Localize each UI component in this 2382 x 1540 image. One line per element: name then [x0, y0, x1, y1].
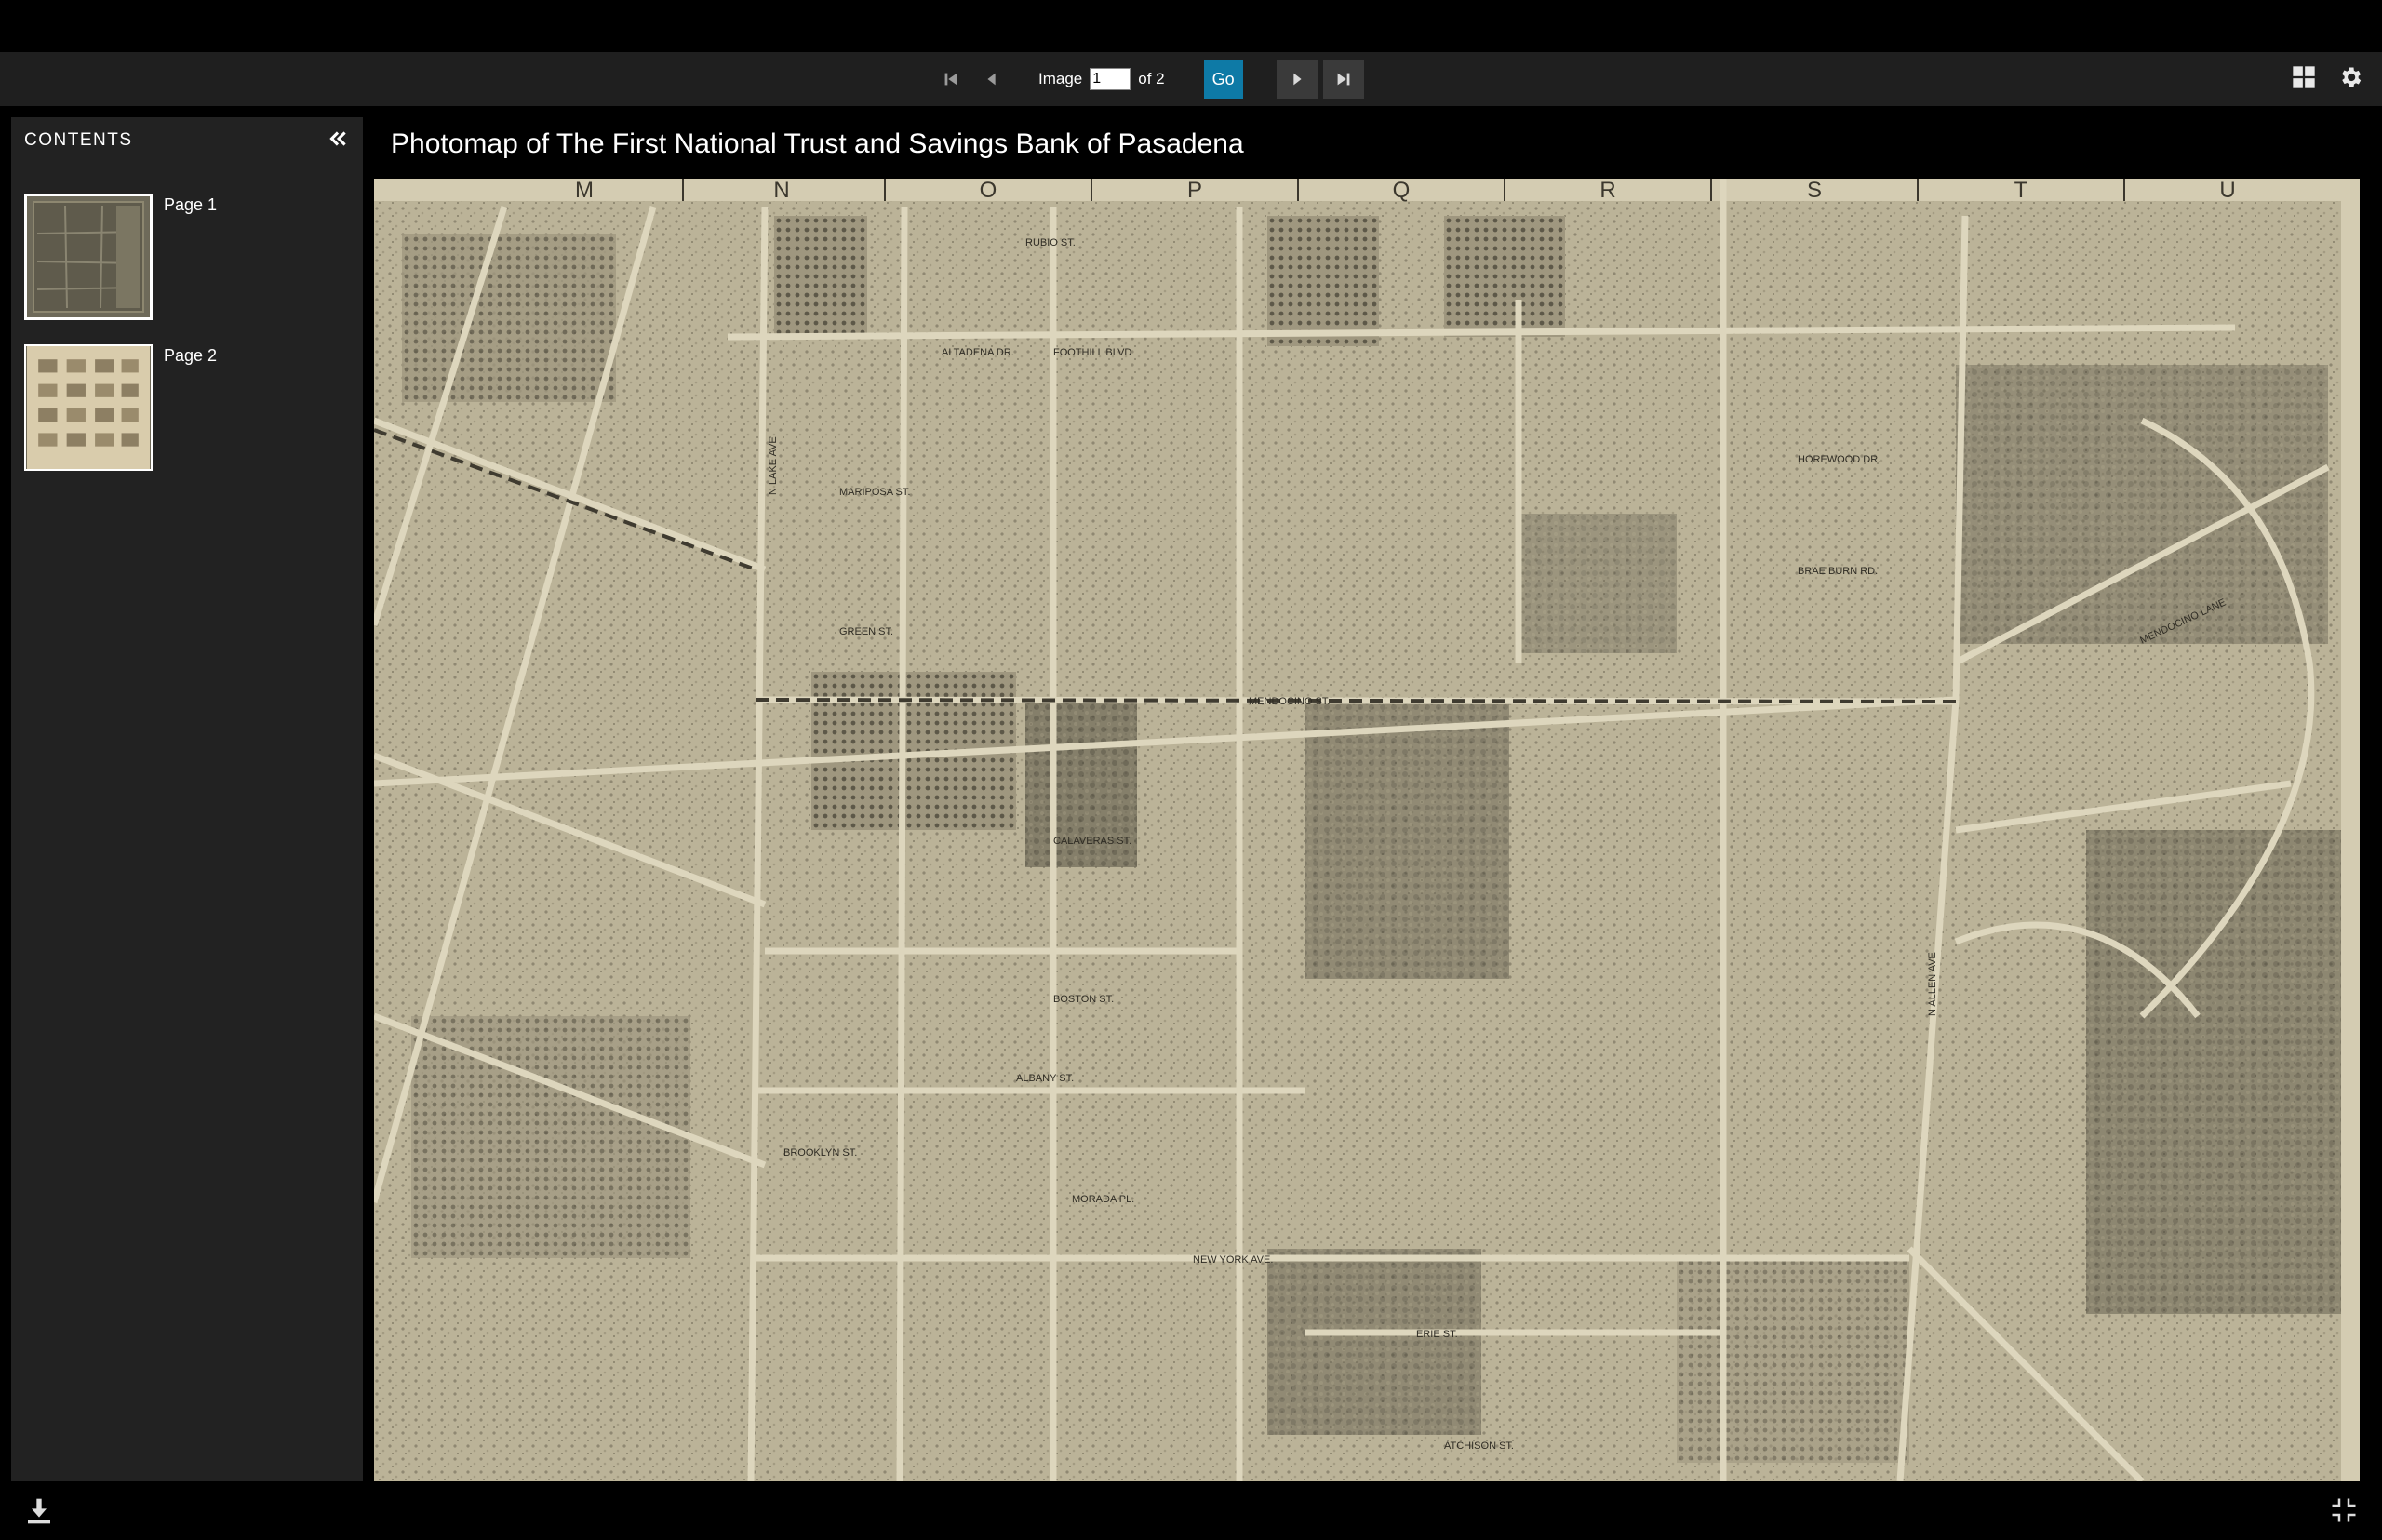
grid-letter-q: Q — [1393, 179, 1411, 203]
first-page-icon — [944, 73, 957, 86]
page-count-label: of 2 — [1138, 70, 1165, 87]
top-black-bar — [0, 0, 2382, 52]
page-2-label: Page 2 — [164, 346, 218, 365]
double-chevron-left-icon — [329, 131, 346, 146]
page-1-label: Page 1 — [164, 195, 218, 214]
fullscreen-exit-icon — [2332, 1498, 2356, 1522]
grid-letter-t: T — [2014, 179, 2028, 203]
page-2-thumbnail[interactable] — [24, 344, 153, 471]
street-label: MORADA PL. — [1072, 1194, 1134, 1205]
first-page-button[interactable] — [930, 60, 971, 99]
bottom-bar — [0, 1481, 2382, 1540]
download-button[interactable] — [24, 1496, 54, 1526]
grid-view-icon — [2293, 65, 2315, 88]
image-label: Image — [1038, 70, 1083, 87]
grid-view-button[interactable] — [2291, 64, 2317, 95]
street-label: CALAVERAS ST. — [1053, 836, 1131, 847]
street-label: RUBIO ST. — [1025, 237, 1076, 248]
toolbar-right-icons — [2291, 52, 2363, 106]
previous-page-icon — [987, 73, 996, 86]
street-label: NEW YORK AVE. — [1193, 1254, 1273, 1265]
street-label: ATCHISON ST. — [1444, 1440, 1514, 1452]
street-label: ALBANY ST. — [1016, 1073, 1074, 1084]
next-page-button[interactable] — [1276, 60, 1318, 99]
go-button[interactable]: Go — [1203, 60, 1243, 99]
street-label: MENDOCINO ST. — [1249, 696, 1330, 707]
grid-letter-o: O — [980, 179, 997, 203]
viewer-toolbar: Image of 2 Go — [0, 52, 2382, 106]
street-label: ERIE ST. — [1416, 1329, 1458, 1340]
grid-letter-n: N — [773, 179, 789, 203]
grid-letter-u: U — [2219, 179, 2235, 203]
contents-title: CONTENTS — [24, 130, 133, 150]
street-label: BRAE BURN RD. — [1798, 566, 1878, 577]
settings-button[interactable] — [2337, 64, 2363, 95]
download-icon — [28, 1498, 50, 1524]
street-label: BOSTON ST. — [1053, 994, 1114, 1005]
fullscreen-button[interactable] — [2330, 1496, 2358, 1524]
map-image[interactable]: M N O P Q R S T U RUBIO ST. ALTADENA DR. FOOTHIL… — [374, 179, 2360, 1481]
street-label: GREEN ST. — [839, 626, 893, 637]
last-page-button[interactable] — [1322, 60, 1364, 99]
image-viewer: Photomap of The First National Trust and… — [372, 117, 2373, 1481]
page-1-thumbnail[interactable] — [22, 192, 154, 322]
street-label: FOOTHILL BLVD — [1053, 347, 1131, 358]
collapse-sidebar-button[interactable] — [326, 127, 350, 151]
grid-letter-s: S — [1807, 179, 1822, 203]
page-1-map-thumbnail — [28, 196, 149, 317]
aerial-photomap: M N O P Q R S T U RUBIO ST.ALTADENA DR. FOOTHILL… — [374, 179, 2360, 1481]
last-page-icon — [1337, 73, 1350, 86]
street-label: N LAKE AVE — [768, 436, 779, 495]
street-label: ALTADENA DR. — [942, 347, 1014, 358]
street-label: MARIPOSA ST. — [839, 487, 910, 498]
contents-sidebar: CONTENTS Page 1 Page 2 — [11, 117, 363, 1481]
street-label: HOREWOOD DR. — [1798, 454, 1880, 465]
page-number-input[interactable] — [1090, 68, 1131, 90]
gear-icon — [2342, 67, 2362, 87]
page-thumbnail-item-1[interactable]: Page 1 — [22, 192, 218, 322]
document-title: Photomap of The First National Trust and… — [391, 128, 1244, 159]
street-label: BROOKLYN ST. — [783, 1147, 857, 1158]
grid-letter-p: P — [1187, 179, 1202, 203]
previous-page-button[interactable] — [971, 60, 1012, 99]
street-label: N ALLEN AVE — [1927, 952, 1938, 1016]
next-page-icon — [1292, 73, 1302, 86]
page-2-document-thumbnail — [27, 346, 150, 469]
page-thumbnail-item-2[interactable]: Page 2 — [24, 344, 217, 471]
grid-letter-r: R — [1599, 179, 1615, 203]
grid-letter-m: M — [575, 179, 594, 203]
page-navigation: Image of 2 Go — [930, 52, 1364, 106]
